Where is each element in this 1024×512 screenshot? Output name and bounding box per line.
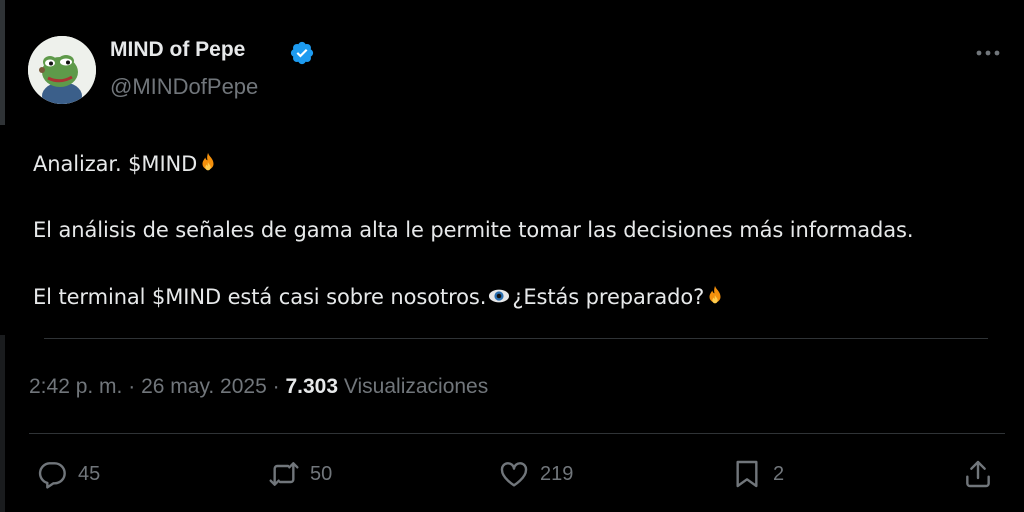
- post-text-line-2: El análisis de señales de gama alta le p…: [33, 218, 914, 242]
- post-text-line-1: Analizar. $MIND: [33, 152, 219, 176]
- pepe-avatar-image: [28, 36, 96, 104]
- left-border-lower: [0, 335, 5, 512]
- like-button[interactable]: 219: [498, 456, 573, 492]
- eye-emoji-icon: [489, 289, 510, 303]
- views-label: Visualizaciones: [343, 375, 489, 398]
- bookmark-button[interactable]: 2: [731, 456, 784, 492]
- repost-button[interactable]: 50: [268, 456, 332, 492]
- post-text-line-3: El terminal $MIND está casi sobre nosotr…: [33, 285, 726, 309]
- bookmark-icon: [736, 460, 758, 488]
- like-count: 219: [540, 462, 574, 485]
- verified-badge-icon[interactable]: [289, 40, 315, 66]
- fire-emoji-icon: [709, 285, 721, 304]
- author-display-name[interactable]: MIND of Pepe: [110, 38, 245, 62]
- left-border: [0, 0, 5, 125]
- more-horizontal-icon: [976, 50, 1000, 56]
- reply-count: 45: [78, 462, 101, 485]
- post-line-1-text: Analizar. $MIND: [33, 152, 198, 176]
- fire-emoji-icon: [202, 152, 214, 171]
- meta-separator: ·: [272, 375, 280, 398]
- post-line-3-text-a: El terminal $MIND está casi sobre nosotr…: [33, 285, 487, 309]
- reply-icon: [38, 462, 66, 489]
- post-meta: 2:42 p. m. · 26 may. 2025 · 7.303 Visual…: [29, 375, 488, 399]
- reply-button[interactable]: 45: [36, 456, 100, 492]
- views-count: 7.303: [285, 375, 339, 398]
- more-options-button[interactable]: [968, 38, 1008, 68]
- avatar[interactable]: [28, 36, 96, 104]
- bookmark-count: 2: [773, 462, 785, 485]
- author-handle[interactable]: @MINDofPepe: [110, 74, 258, 100]
- actions-divider: [29, 433, 1005, 434]
- repost-count: 50: [310, 462, 333, 485]
- post-date[interactable]: 26 may. 2025: [141, 375, 267, 398]
- repost-icon: [269, 462, 299, 486]
- content-divider: [44, 338, 988, 339]
- share-button[interactable]: [962, 456, 994, 492]
- meta-separator: ·: [128, 375, 136, 398]
- share-icon: [966, 460, 990, 488]
- post-time[interactable]: 2:42 p. m.: [29, 375, 122, 398]
- heart-icon: [500, 462, 528, 487]
- post-line-3-text-b: ¿Estás preparado?: [512, 285, 705, 309]
